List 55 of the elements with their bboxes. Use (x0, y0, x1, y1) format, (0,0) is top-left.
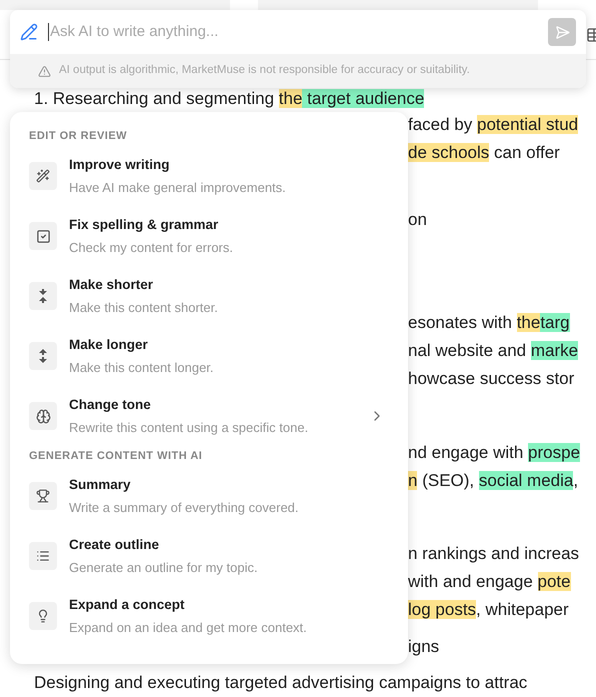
collapse-arrows-icon (38, 288, 48, 304)
section-heading: GENERATE CONTENT WITH AI (29, 449, 204, 464)
disclaimer-text: AI output is algorithmic, MarketMuse is not responsible for accuracy or suitability. (59, 63, 470, 78)
menu-item[interactable]: Make shorter Make this content shorter. (29, 266, 389, 326)
item-title: Make longer (69, 336, 149, 354)
item-title: Change tone (69, 396, 152, 414)
item-description: Make this content longer. (69, 358, 215, 377)
item-title: Make shorter (69, 276, 154, 294)
document-text: de schools can offer (408, 143, 560, 162)
item-description: Write a summary of everything covered. (69, 498, 300, 517)
document-text: esonates with thetarg (408, 313, 570, 332)
document-text: igns (408, 637, 440, 656)
document-text: Designing and executing targeted advertising campaigns to attrac (34, 673, 528, 692)
document-text: n rankings and increas (408, 544, 580, 563)
send-button[interactable] (548, 18, 576, 46)
toolbar-tab[interactable] (258, 0, 538, 10)
document-text: log posts, whitepaper (408, 600, 569, 619)
toolbar-tab[interactable] (0, 0, 230, 10)
item-description: Rewrite this content using a specific tone. (69, 418, 310, 437)
menu-item[interactable]: Make longer Make this content longer. (29, 326, 389, 386)
item-title: Improve writing (69, 156, 171, 174)
document-text: on (408, 210, 427, 229)
menu-item[interactable]: Fix spelling & grammar Check my content for errors. (29, 206, 389, 266)
item-description: Generate an outline for my topic. (69, 558, 259, 577)
menu-item[interactable]: Create outline Generate an outline for my topic. (29, 526, 389, 586)
section-heading: EDIT OR REVIEW (29, 129, 128, 144)
menu-item[interactable]: Expand a concept Expand on an idea and get more context. (29, 586, 389, 646)
item-description: Expand on an idea and get more context. (69, 618, 308, 637)
item-title: Expand a concept (69, 596, 186, 614)
item-title: Fix spelling & grammar (69, 216, 220, 234)
expand-arrows-icon (38, 348, 48, 364)
document-text: 1. Researching and segmenting the target audience (34, 89, 424, 108)
brain-icon (36, 408, 50, 424)
magic-wand-icon (36, 169, 50, 183)
document-text: faced by potential stud (408, 115, 578, 134)
warning-icon (38, 64, 51, 78)
prompt-input-field[interactable]: Ask AI to write anything... (48, 23, 538, 41)
trophy-icon (36, 489, 50, 503)
document-text: with and engage pote (408, 572, 571, 591)
ai-pencil-icon (20, 23, 38, 41)
item-title: Summary (69, 476, 132, 494)
lightbulb-icon (36, 609, 50, 623)
document-text: nal website and marke (408, 341, 578, 360)
menu-item[interactable]: Improve writing Have AI make general improvements. (29, 146, 389, 206)
menu-item[interactable]: Summary Write a summary of everything covered. (29, 466, 389, 526)
item-description: Make this content shorter. (69, 298, 219, 317)
menu-item[interactable]: Change tone Rewrite this content using a specific tone. (29, 386, 389, 446)
item-title: Create outline (69, 536, 160, 554)
document-text: howcase success stor (408, 369, 574, 388)
item-description: Check my content for errors. (69, 238, 234, 257)
send-icon (554, 24, 570, 40)
document-text: nd engage with prospe (408, 443, 580, 462)
item-description: Have AI make general improvements. (69, 178, 287, 197)
list-icon (36, 549, 50, 563)
checkbox-icon (36, 228, 50, 244)
